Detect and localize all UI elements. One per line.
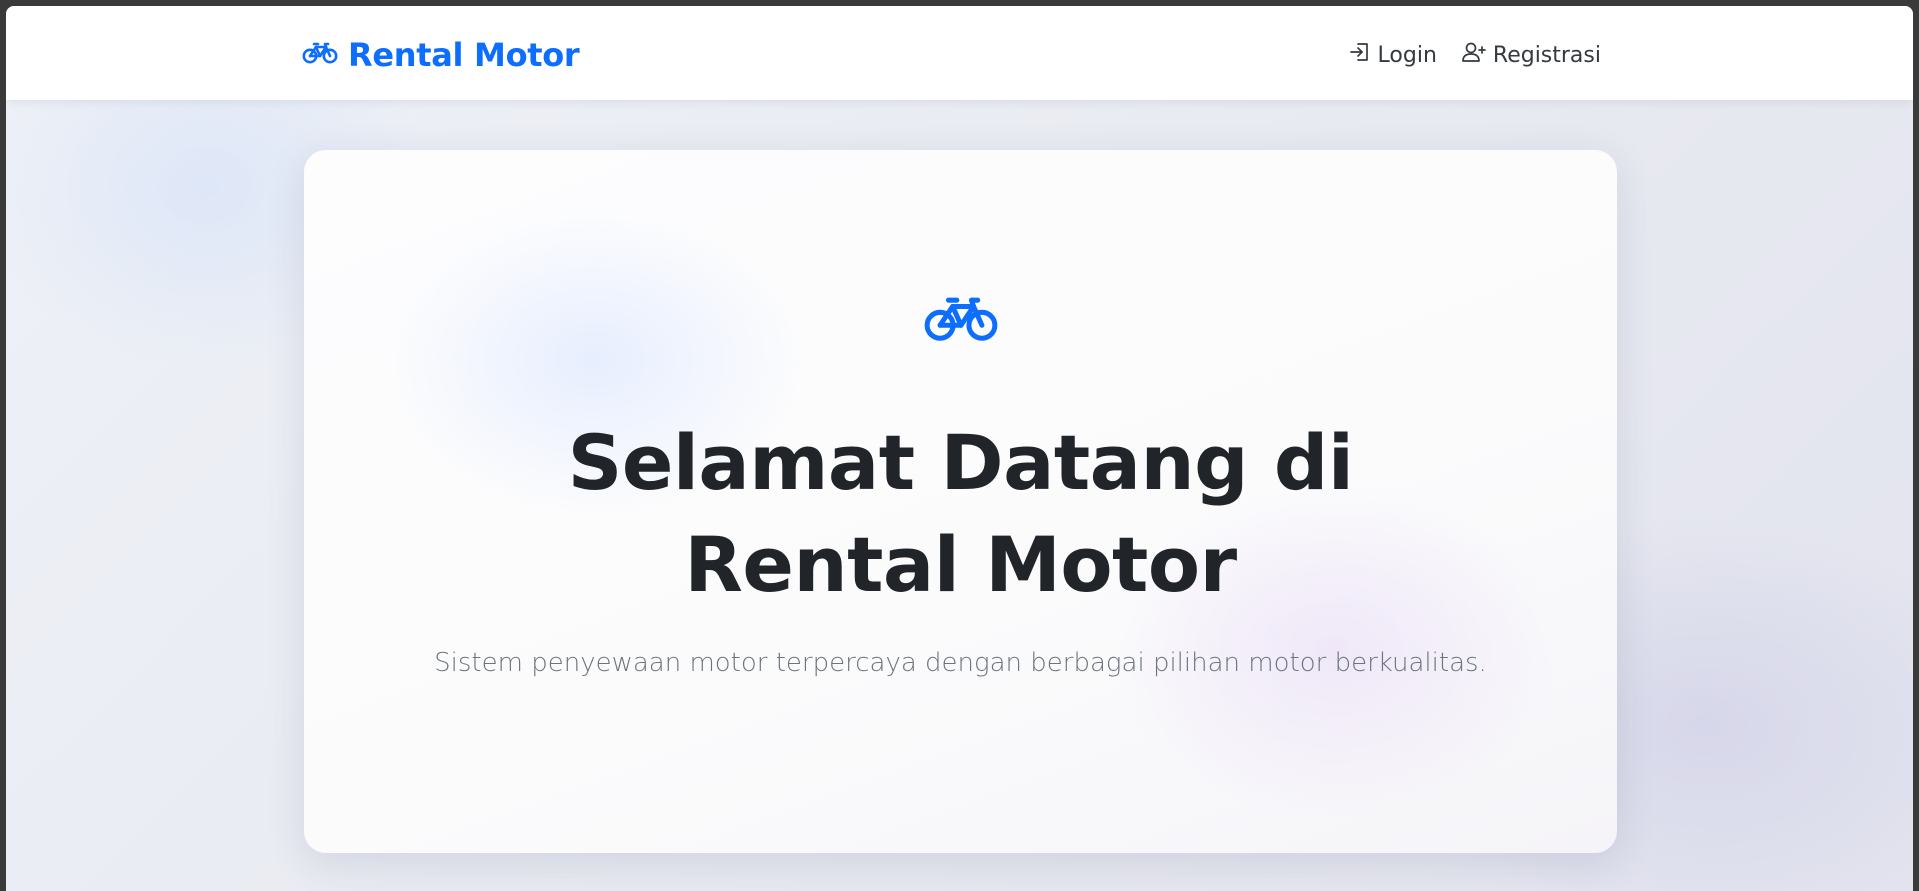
hero-card: Selamat Datang di Rental Motor Sistem pe… — [304, 150, 1617, 853]
register-link[interactable]: Registrasi — [1461, 40, 1601, 70]
nav-links: Login Registrasi — [1348, 40, 1601, 70]
hero-title: Selamat Datang di Rental Motor — [567, 418, 1354, 609]
register-label: Registrasi — [1492, 42, 1601, 68]
navbar: Rental Motor Login Registrasi — [6, 6, 1913, 100]
person-add-icon — [1461, 40, 1487, 70]
login-icon — [1348, 40, 1372, 70]
login-label: Login — [1377, 42, 1437, 68]
browser-viewport: Rental Motor Login Registrasi Selamat Da… — [6, 6, 1913, 891]
bicycle-icon — [302, 42, 338, 68]
brand-label: Rental Motor — [348, 36, 580, 74]
hero-subtitle: Sistem penyewaan motor terpercaya dengan… — [434, 648, 1487, 678]
brand-link[interactable]: Rental Motor — [302, 36, 580, 74]
login-link[interactable]: Login — [1348, 40, 1437, 70]
bicycle-icon — [304, 296, 1617, 342]
